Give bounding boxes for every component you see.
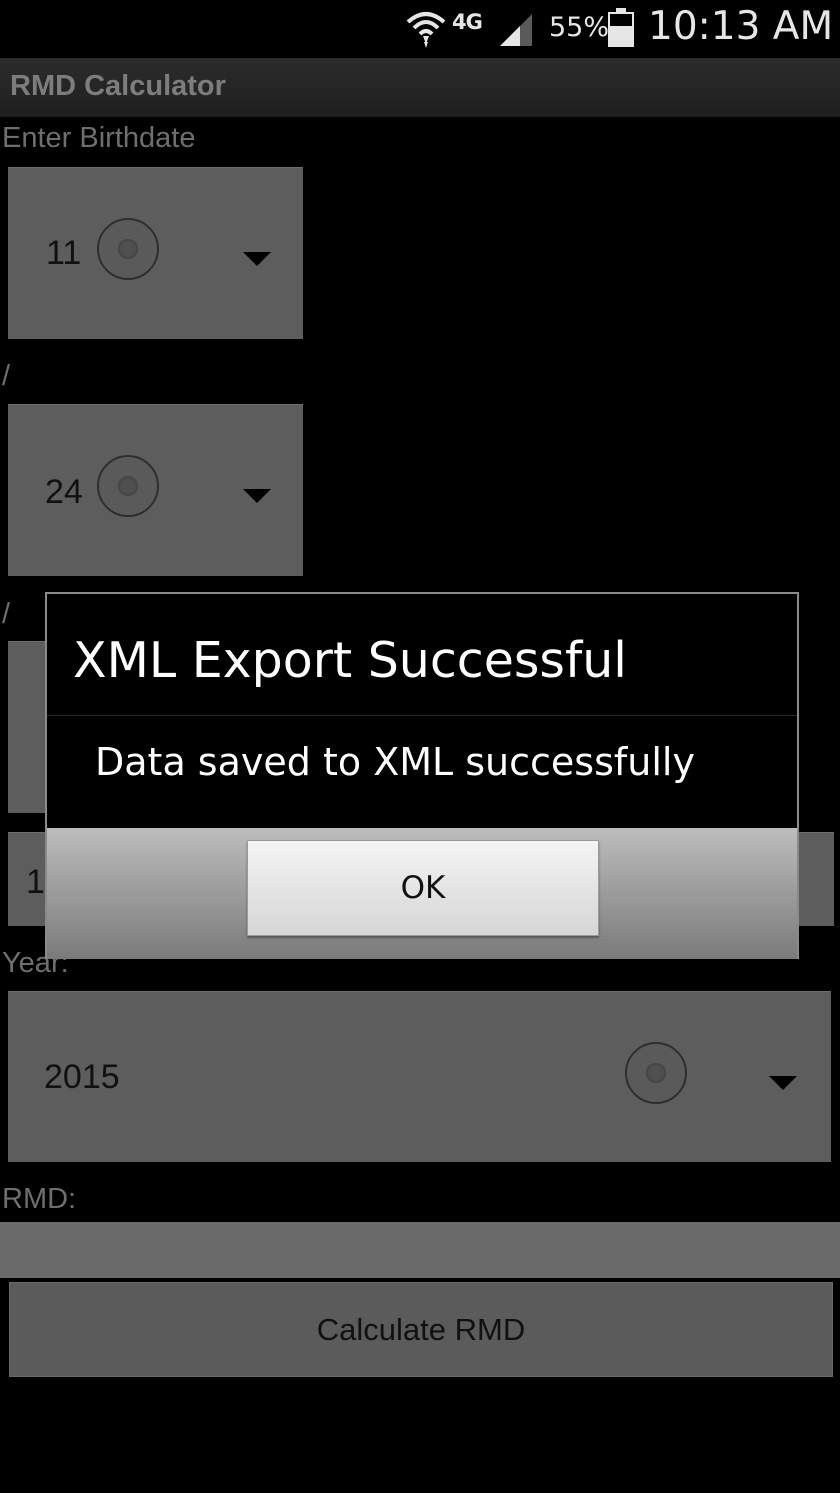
calculate-rmd-label: Calculate RMD [316,1311,526,1347]
dialog-button-bar: OK [47,828,797,959]
day-value: 24 [45,473,83,511]
dropdown-arrow-icon [243,489,271,503]
radio-icon [625,1042,687,1104]
dialog-message: Data saved to XML successfully [95,740,695,784]
alert-dialog: XML Export Successful Data saved to XML … [45,592,799,959]
radio-icon [97,455,159,517]
network-type-label: 4G [452,10,483,34]
day-spinner[interactable]: 24 [8,404,303,576]
dialog-divider [47,715,797,716]
status-clock: 10:13 AM [648,4,834,49]
date-separator: / [2,360,11,392]
radio-icon [97,218,159,280]
tax-year-value: 2015 [44,1058,120,1096]
date-separator: / [2,598,11,630]
battery-percent: 55% [549,12,610,43]
dropdown-arrow-icon [243,252,271,266]
birthdate-label: Enter Birthdate [2,122,196,154]
calculate-rmd-button[interactable]: Calculate RMD [9,1282,833,1377]
battery-icon [608,8,634,47]
wifi-icon [406,12,446,48]
ok-button-label: OK [400,870,446,906]
dropdown-arrow-icon [769,1076,797,1090]
app-title: RMD Calculator [10,70,226,102]
action-bar: RMD Calculator [0,58,840,117]
dialog-title: XML Export Successful [73,632,627,689]
rmd-label: RMD: [2,1183,77,1215]
rmd-result-field[interactable] [0,1222,840,1278]
partial-value: 1 [26,863,45,901]
month-spinner[interactable]: 11 [8,167,303,339]
status-bar: 4G 55% 10:13 AM [0,0,840,58]
signal-icon [500,14,532,46]
tax-year-spinner[interactable]: 2015 [8,991,831,1162]
month-value: 11 [46,234,82,272]
ok-button[interactable]: OK [247,840,599,936]
